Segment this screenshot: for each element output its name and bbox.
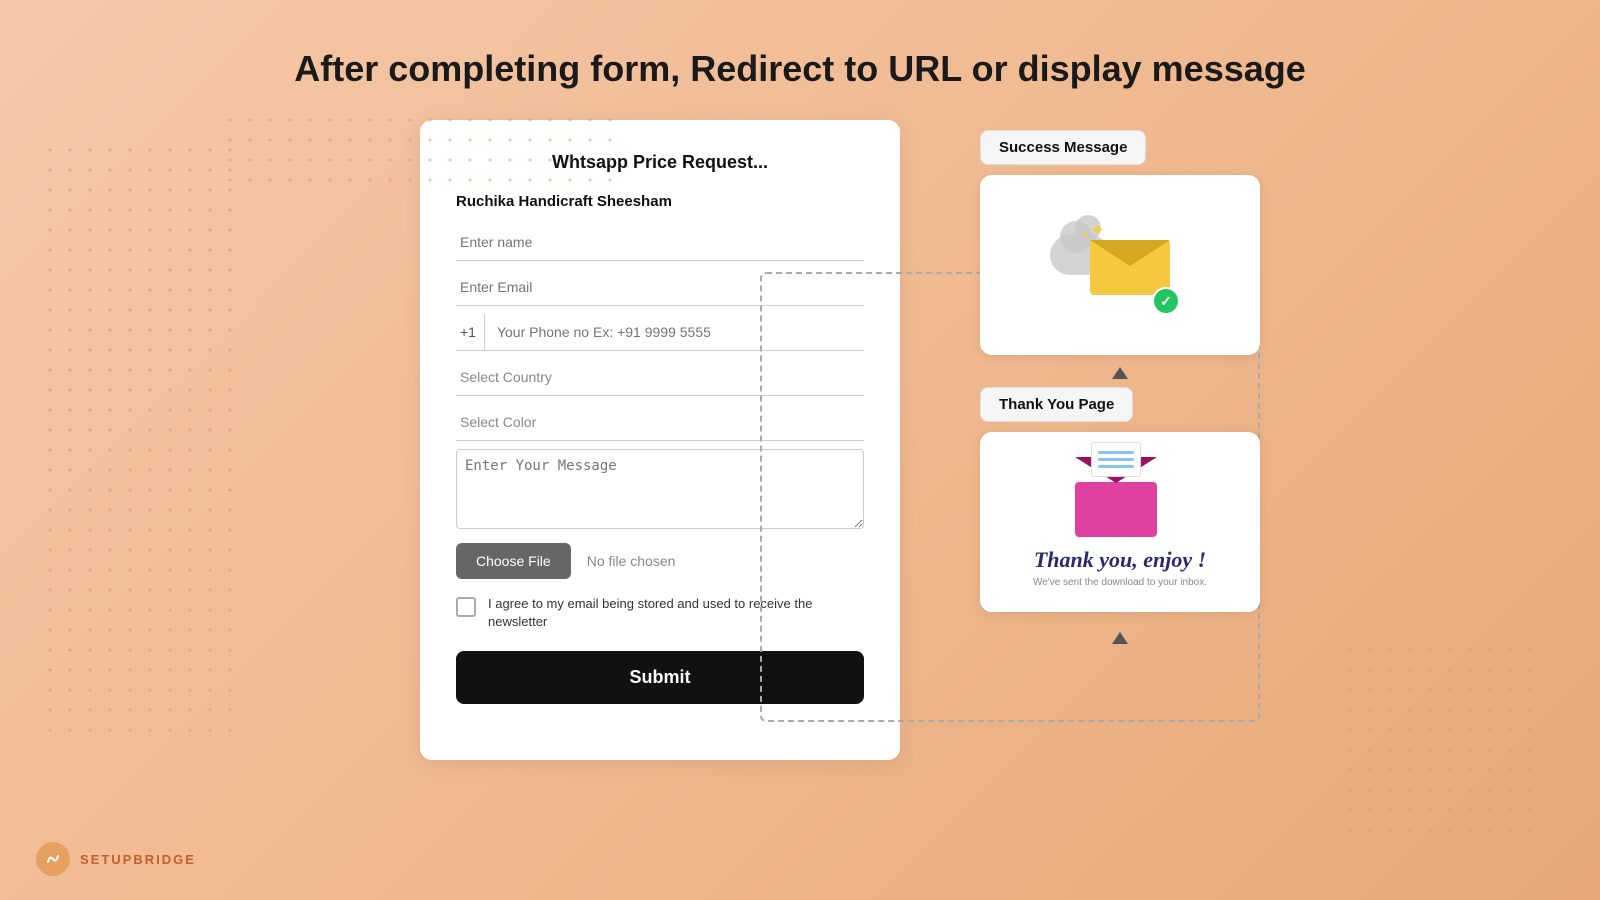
checkbox-row: I agree to my email being stored and use… bbox=[456, 595, 864, 631]
logo-icon bbox=[36, 842, 70, 876]
ty-line2 bbox=[1098, 458, 1134, 461]
ty-env-body bbox=[1075, 482, 1157, 537]
agree-checkbox[interactable] bbox=[456, 597, 476, 617]
success-illustration: ✦ ✦ ✓ bbox=[1050, 215, 1190, 315]
choose-file-button[interactable]: Choose File bbox=[456, 543, 571, 579]
phone-input[interactable] bbox=[493, 314, 864, 350]
country-select[interactable]: Select Country bbox=[456, 359, 864, 396]
dots-decoration-top-center bbox=[220, 110, 620, 190]
check-icon: ✓ bbox=[1152, 287, 1180, 315]
success-section: Success Message ✦ ✦ ✓ bbox=[980, 130, 1260, 355]
file-row: Choose File No file chosen bbox=[456, 543, 864, 579]
success-preview-card: ✦ ✦ ✓ bbox=[980, 175, 1260, 355]
checkbox-label: I agree to my email being stored and use… bbox=[488, 595, 864, 631]
thankyou-label: Thank You Page bbox=[980, 387, 1133, 422]
ty-letter bbox=[1091, 442, 1141, 477]
dots-decoration-left bbox=[40, 140, 240, 740]
form-subtitle: Ruchika Handicraft Sheesham bbox=[456, 193, 864, 210]
sparkle-icon: ✦ bbox=[1090, 220, 1105, 241]
arrow-up-icon bbox=[1112, 367, 1128, 379]
submit-button[interactable]: Submit bbox=[456, 651, 864, 704]
thankyou-sub: We've sent the download to your inbox. bbox=[1033, 577, 1207, 588]
dots-decoration-right-bottom bbox=[1340, 640, 1540, 840]
success-label: Success Message bbox=[980, 130, 1146, 165]
color-select[interactable]: Select Color bbox=[456, 404, 864, 441]
phone-row: +1 bbox=[456, 314, 864, 351]
sparkle-small-icon: ✦ bbox=[1082, 230, 1090, 241]
file-status: No file chosen bbox=[587, 553, 676, 569]
right-panel: Success Message ✦ ✦ ✓ bbox=[980, 130, 1260, 648]
page-title: After completing form, Redirect to URL o… bbox=[0, 0, 1600, 110]
ty-line1 bbox=[1098, 451, 1134, 454]
logo: SETUPBRIDGE bbox=[36, 842, 196, 876]
ty-line3 bbox=[1098, 465, 1134, 468]
arrow-between bbox=[980, 363, 1260, 383]
logo-svg bbox=[42, 848, 64, 870]
form-card: Whtsapp Price Request... Ruchika Handicr… bbox=[420, 120, 900, 760]
arrow-up-bottom-icon bbox=[1112, 632, 1128, 644]
email-input[interactable] bbox=[456, 269, 864, 306]
message-textarea[interactable] bbox=[456, 449, 864, 529]
thankyou-section: Thank You Page Thank you, enjoy ! bbox=[980, 387, 1260, 612]
thankyou-preview-card: Thank you, enjoy ! We've sent the downlo… bbox=[980, 432, 1260, 612]
thankyou-illustration bbox=[1075, 457, 1165, 537]
thankyou-text: Thank you, enjoy ! bbox=[1034, 547, 1206, 573]
phone-prefix: +1 bbox=[456, 314, 485, 350]
env-flap bbox=[1090, 240, 1170, 266]
arrow-bottom bbox=[980, 628, 1260, 648]
logo-text: SETUPBRIDGE bbox=[80, 852, 196, 867]
name-input[interactable] bbox=[456, 224, 864, 261]
